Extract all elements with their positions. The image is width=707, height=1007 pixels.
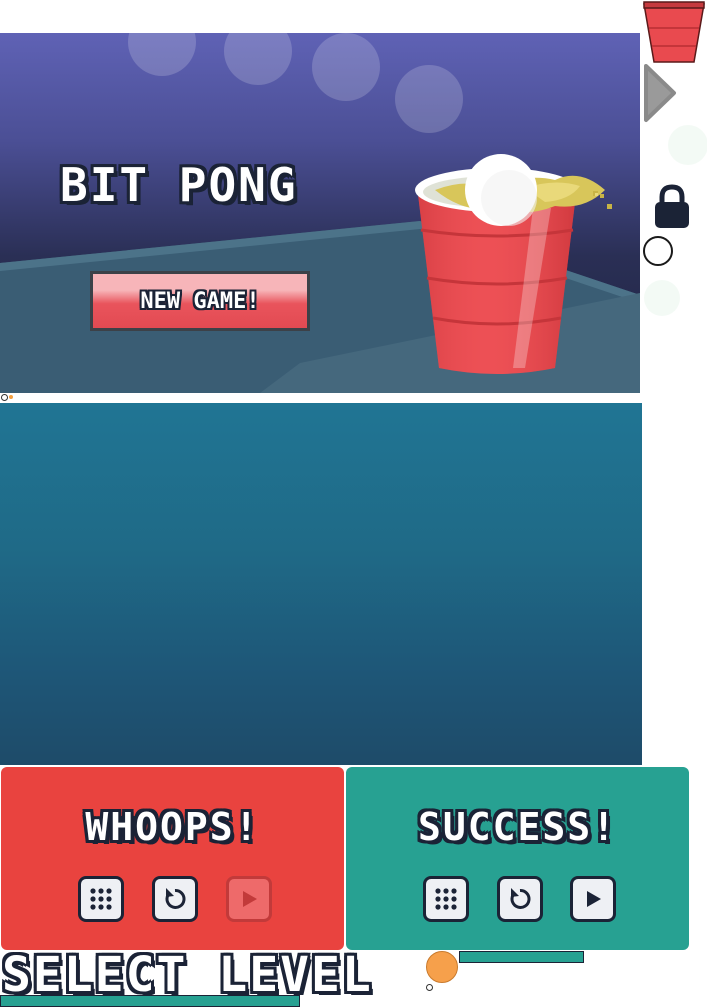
level-select-button[interactable] (423, 876, 469, 922)
success-panel: SUCCESS! (346, 767, 689, 950)
game-title: BIT PONG (60, 158, 298, 212)
new-game-label: NEW GAME! (140, 288, 260, 314)
grid-icon (90, 888, 112, 910)
teal-bar (0, 995, 300, 1007)
bubble-decoration (312, 33, 380, 101)
playfield (0, 403, 642, 765)
success-title: SUCCESS! (417, 805, 618, 849)
faint-dot-decoration (668, 125, 707, 165)
replay-icon (510, 888, 531, 909)
level-select-button[interactable] (78, 876, 124, 922)
play-icon (243, 891, 257, 907)
orange-ball-icon (426, 951, 458, 983)
arrow-right-icon[interactable] (640, 62, 680, 124)
faint-dot-decoration (644, 280, 680, 316)
whoops-title: WHOOPS! (85, 805, 260, 849)
whoops-panel: WHOOPS! (1, 767, 344, 950)
teal-bar (459, 951, 584, 963)
grid-icon (435, 888, 457, 910)
replay-icon (165, 888, 186, 909)
title-screen: BIT PONG NEW GAME! (0, 33, 640, 393)
replay-button[interactable] (497, 876, 543, 922)
small-ring-marker (1, 394, 8, 401)
new-game-button[interactable]: NEW GAME! (90, 271, 310, 331)
small-ring-marker (426, 984, 433, 991)
next-level-button[interactable] (570, 876, 616, 922)
small-orange-dot (9, 395, 13, 399)
replay-button[interactable] (152, 876, 198, 922)
play-icon (587, 891, 601, 907)
red-cup-with-ball-illustration (415, 154, 612, 374)
lock-icon (655, 184, 689, 228)
red-cup-icon (643, 1, 705, 63)
next-level-button[interactable] (226, 876, 272, 922)
ball-outline-icon (643, 236, 673, 266)
